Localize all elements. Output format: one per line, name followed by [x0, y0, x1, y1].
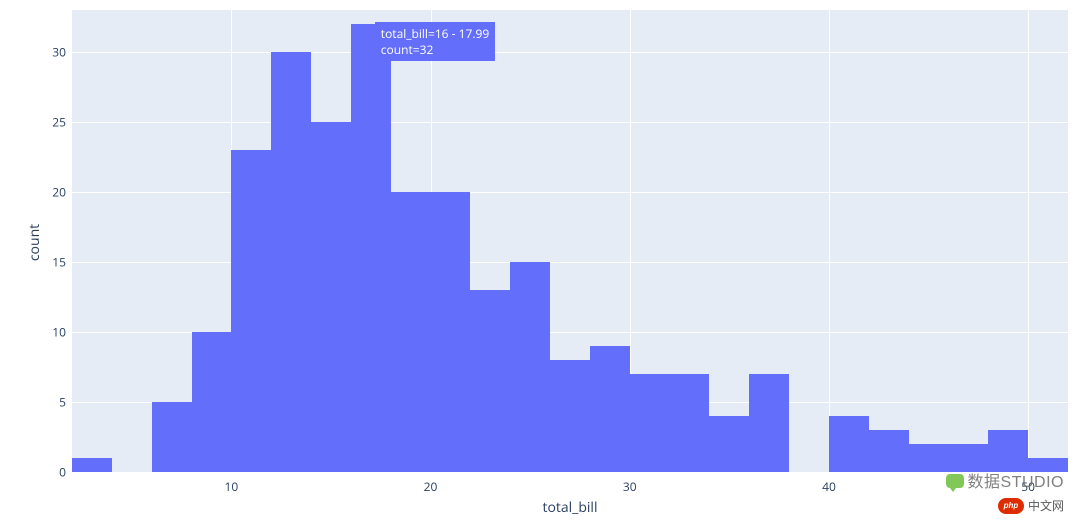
wechat-icon [946, 474, 964, 488]
x-axis-label: total_bill [72, 498, 1068, 517]
gridline-horizontal [72, 122, 1068, 123]
watermark-studio: 数据STUDIO [946, 468, 1064, 492]
y-axis-label: count [25, 224, 44, 261]
php-badge-icon: php [998, 498, 1024, 514]
x-tick-label: 40 [809, 472, 849, 495]
y-tick-label: 20 [26, 184, 72, 201]
histogram-bar[interactable] [670, 374, 710, 472]
histogram-bar[interactable] [590, 346, 630, 472]
histogram-bar[interactable] [829, 416, 869, 472]
plot-area[interactable]: 0510152025301020304050 [72, 10, 1068, 472]
histogram-bar[interactable] [271, 52, 311, 472]
gridline-vertical [829, 10, 830, 472]
y-tick-label: 10 [26, 324, 72, 341]
watermark-php: php 中文网 [998, 497, 1064, 514]
gridline-horizontal [72, 52, 1068, 53]
histogram-bar[interactable] [192, 332, 232, 472]
histogram-bar[interactable] [749, 374, 789, 472]
histogram-bar[interactable] [510, 262, 550, 472]
y-tick-label: 0 [26, 464, 72, 481]
x-tick-label: 20 [411, 472, 451, 495]
histogram-bar[interactable] [550, 360, 590, 472]
x-tick-label: 30 [610, 472, 650, 495]
histogram-bar[interactable] [231, 150, 271, 472]
gridline-vertical [1028, 10, 1029, 472]
histogram-bar[interactable] [152, 402, 192, 472]
gridline-horizontal [72, 192, 1068, 193]
histogram-bar[interactable] [391, 192, 431, 472]
histogram-bar[interactable] [869, 430, 909, 472]
gridline-horizontal [72, 262, 1068, 263]
histogram-chart: 0510152025301020304050 count total_bill … [0, 0, 1080, 524]
y-tick-label: 5 [26, 394, 72, 411]
histogram-bar[interactable] [630, 374, 670, 472]
histogram-bar[interactable] [709, 416, 749, 472]
histogram-bar[interactable] [351, 24, 391, 472]
y-tick-label: 30 [26, 44, 72, 61]
histogram-bar[interactable] [909, 444, 949, 472]
y-tick-label: 25 [26, 114, 72, 131]
histogram-bar[interactable] [988, 430, 1028, 472]
histogram-bar[interactable] [72, 458, 112, 472]
histogram-bar[interactable] [431, 192, 471, 472]
histogram-bar[interactable] [311, 122, 351, 472]
x-tick-label: 10 [211, 472, 251, 495]
histogram-bar[interactable] [470, 290, 510, 472]
